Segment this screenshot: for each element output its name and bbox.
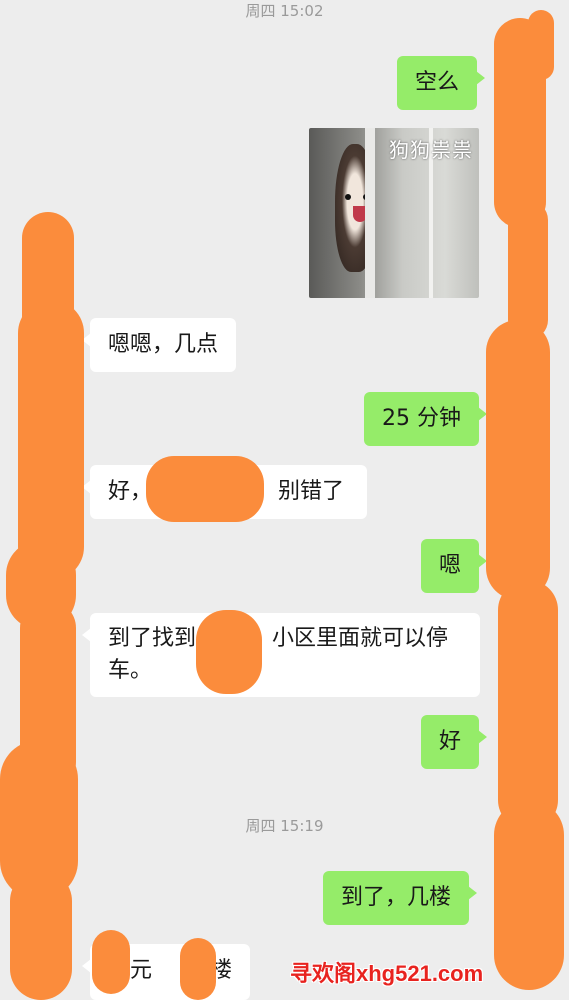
- message-text: 车。: [108, 658, 153, 683]
- redaction-scribble: [196, 610, 262, 694]
- message-text: 嗯嗯，几点: [108, 332, 219, 357]
- message-bubble-incoming[interactable]: 到了找到 小区里面就可以停 车。: [82, 613, 480, 697]
- message-text: 嗯: [439, 553, 462, 578]
- redaction-scribble: [498, 580, 558, 830]
- door-frame: [365, 128, 375, 298]
- sticker-caption: 狗狗祟祟: [389, 138, 473, 162]
- message-bubble-outgoing[interactable]: 25 分钟: [364, 392, 487, 446]
- redaction-scribble: [528, 10, 554, 80]
- redaction-scribble: [10, 870, 72, 1000]
- message-text: ，别错了: [256, 479, 345, 504]
- timestamp: 周四 15:19: [245, 817, 324, 835]
- message-bubble-outgoing[interactable]: 到了，几楼: [323, 871, 478, 925]
- message-text: 25 分钟: [382, 406, 461, 431]
- message-text: 小区里面就可以停: [272, 626, 449, 651]
- redaction-scribble: [180, 938, 216, 1000]
- message-text: 空么: [415, 70, 460, 95]
- watermark: 寻欢阁xhg521.com: [290, 961, 484, 986]
- dog-eye: [345, 194, 351, 200]
- redaction-scribble: [18, 300, 84, 580]
- timestamp: 周四 15:02: [245, 2, 324, 20]
- message-bubble-outgoing[interactable]: 空么: [397, 56, 486, 110]
- redaction-scribble: [92, 930, 130, 994]
- redaction-scribble: [486, 320, 550, 600]
- message-text: 到了，几楼: [341, 885, 452, 910]
- redaction-scribble: [494, 800, 564, 990]
- message-text: 到了找到: [108, 626, 197, 651]
- sticker-image[interactable]: 狗狗祟祟: [309, 128, 479, 298]
- message-bubble-outgoing[interactable]: 嗯: [421, 539, 488, 593]
- message-bubble-incoming[interactable]: 嗯嗯，几点: [81, 318, 237, 372]
- redaction-scribble: [508, 200, 548, 340]
- message-bubble-outgoing[interactable]: 好: [421, 715, 488, 769]
- message-text: 好: [439, 729, 462, 754]
- redaction-scribble: [146, 456, 264, 522]
